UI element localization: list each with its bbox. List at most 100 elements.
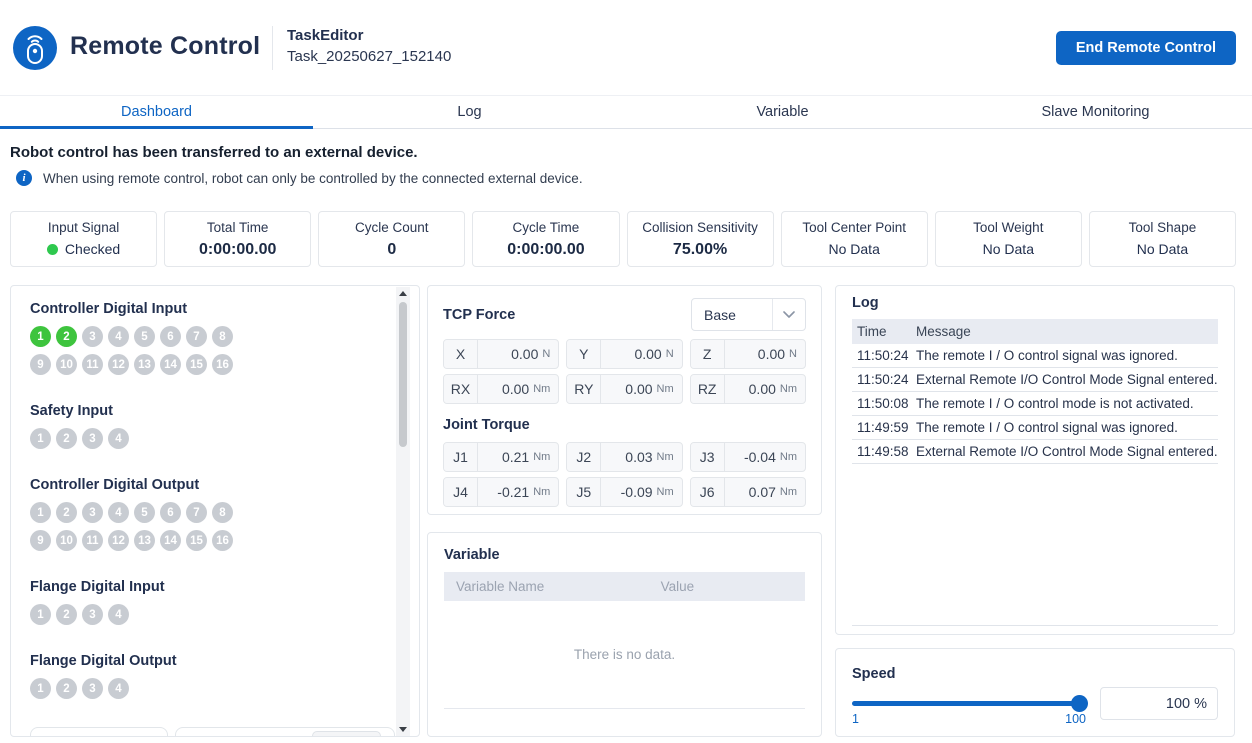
joint-field-j5: J5-0.09Nm (566, 477, 682, 507)
speed-value-input[interactable]: 100 % (1100, 687, 1218, 720)
io-panel: Controller Digital Input1234567891011121… (10, 285, 420, 737)
joint-field-label: J5 (567, 478, 601, 506)
stat-label: Tool Weight (936, 220, 1081, 235)
coordinate-frame-dropdown[interactable]: Base (691, 298, 806, 331)
log-row: 11:50:24External Remote I/O Control Mode… (852, 368, 1218, 392)
joint-field-label: J4 (444, 478, 478, 506)
log-row-time: 11:50:24 (852, 348, 916, 363)
info-icon: i (16, 170, 32, 186)
io-bottom-input-1[interactable] (30, 727, 168, 736)
io-indicator-controller-digital-input-4: 4 (108, 326, 129, 347)
io-bottom-input-2[interactable] (175, 727, 395, 736)
joint-field-unit: Nm (780, 486, 805, 498)
io-indicator-controller-digital-output-9: 9 (30, 530, 51, 551)
io-indicator-controller-digital-input-12: 12 (108, 354, 129, 375)
io-indicator-controller-digital-input-2: 2 (56, 326, 77, 347)
io-indicator-safety-input-3: 3 (82, 428, 103, 449)
io-indicator-controller-digital-input-7: 7 (186, 326, 207, 347)
app-logo (13, 26, 57, 70)
joint-field-j1: J10.21Nm (443, 442, 559, 472)
tab-dashboard[interactable]: Dashboard (0, 97, 313, 129)
io-indicator-flange-digital-output-4: 4 (108, 678, 129, 699)
log-row-time: 11:49:59 (852, 420, 916, 435)
scroll-up-icon[interactable] (399, 291, 407, 296)
io-indicator-controller-digital-output-2: 2 (56, 502, 77, 523)
joint-field-j2: J20.03Nm (566, 442, 682, 472)
stat-value-text: No Data (1137, 241, 1188, 257)
tcp-field-rx: RX0.00Nm (443, 374, 559, 404)
speed-slider-handle[interactable] (1071, 695, 1088, 712)
io-indicator-controller-digital-input-3: 3 (82, 326, 103, 347)
speed-slider-labels: 1 100 (852, 712, 1086, 726)
tcp-field-unit: N (542, 348, 558, 360)
io-indicator-controller-digital-input-16: 16 (212, 354, 233, 375)
joint-field-value: -0.09 (601, 484, 656, 500)
tcp-force-title: TCP Force (443, 307, 515, 323)
joint-field-value: 0.07 (725, 484, 780, 500)
notice-info-row: i When using remote control, robot can o… (16, 170, 583, 186)
io-row: 1234 (30, 428, 399, 449)
tcp-field-rz: RZ0.00Nm (690, 374, 806, 404)
log-row: 11:50:24The remote I / O control signal … (852, 344, 1218, 368)
io-row: 12345678 (30, 326, 399, 347)
speed-slider[interactable]: 1 100 (852, 695, 1086, 726)
log-row: 11:49:59The remote I / O control signal … (852, 416, 1218, 440)
io-section-title: Flange Digital Output (30, 653, 399, 669)
stat-value-text: No Data (983, 241, 1034, 257)
stat-card-input-signal: Input SignalChecked (10, 211, 157, 267)
log-title: Log (852, 295, 1218, 311)
joint-field-unit: Nm (780, 451, 805, 463)
io-indicator-flange-digital-output-3: 3 (82, 678, 103, 699)
io-section-title: Safety Input (30, 403, 399, 419)
tab-slave-monitoring[interactable]: Slave Monitoring (939, 97, 1252, 129)
io-indicator-controller-digital-input-9: 9 (30, 354, 51, 375)
io-section-controller-digital-input: Controller Digital Input1234567891011121… (30, 301, 399, 375)
tab-bar: DashboardLogVariableSlave Monitoring (0, 97, 1252, 129)
variable-panel: Variable Variable Name Value There is no… (427, 532, 822, 737)
io-row: 1234 (30, 678, 399, 699)
tcp-field-label: RZ (691, 375, 725, 403)
tcp-field-y: Y0.00N (566, 339, 682, 369)
notice-title: Robot control has been transferred to an… (10, 144, 418, 161)
scrollbar-thumb[interactable] (399, 302, 407, 447)
tab-log[interactable]: Log (313, 97, 626, 129)
log-table-body: 11:50:24The remote I / O control signal … (852, 344, 1218, 626)
stat-value-text: 0:00:00.00 (199, 241, 276, 259)
io-section-controller-digital-output: Controller Digital Output123456789101112… (30, 477, 399, 551)
io-indicator-controller-digital-input-6: 6 (160, 326, 181, 347)
io-indicator-flange-digital-input-2: 2 (56, 604, 77, 625)
stat-card-collision-sensitivity: Collision Sensitivity75.00% (627, 211, 774, 267)
io-indicator-controller-digital-output-10: 10 (56, 530, 77, 551)
stat-value-text: No Data (829, 241, 880, 257)
io-scrollbar[interactable] (396, 287, 410, 736)
io-bottom-button[interactable] (312, 731, 381, 736)
scroll-down-icon[interactable] (399, 727, 407, 732)
stat-value: 0:00:00.00 (165, 241, 310, 259)
io-indicator-controller-digital-output-14: 14 (160, 530, 181, 551)
stat-value: No Data (936, 241, 1081, 257)
tcp-field-value: 0.00 (725, 346, 789, 362)
log-row: 11:50:08The remote I / O control mode is… (852, 392, 1218, 416)
end-remote-control-button[interactable]: End Remote Control (1056, 31, 1236, 65)
log-row-message: The remote I / O control signal was igno… (916, 348, 1218, 363)
log-row-message: External Remote I/O Control Mode Signal … (916, 444, 1218, 459)
io-row: 910111213141516 (30, 530, 399, 551)
io-indicator-controller-digital-input-5: 5 (134, 326, 155, 347)
stat-label: Total Time (165, 220, 310, 235)
tab-variable[interactable]: Variable (626, 97, 939, 129)
tcp-field-value: 0.00 (601, 381, 656, 397)
stat-value-text: Checked (65, 241, 120, 257)
joint-field-j6: J60.07Nm (690, 477, 806, 507)
stat-card-tool-shape: Tool ShapeNo Data (1089, 211, 1236, 267)
io-indicator-safety-input-2: 2 (56, 428, 77, 449)
status-dot (47, 244, 58, 255)
tcp-force-card: TCP Force Base X0.00NY0.00NZ0.00NRX0.00N… (427, 285, 822, 515)
tcp-field-unit: Nm (533, 383, 558, 395)
stat-card-cycle-count: Cycle Count0 (318, 211, 465, 267)
joint-torque-grid: J10.21NmJ20.03NmJ3-0.04NmJ4-0.21NmJ5-0.0… (443, 442, 806, 507)
io-indicator-flange-digital-input-3: 3 (82, 604, 103, 625)
speed-slider-track[interactable] (852, 701, 1086, 706)
io-indicator-controller-digital-output-3: 3 (82, 502, 103, 523)
header: Remote Control TaskEditor Task_20250627_… (0, 0, 1252, 96)
task-type: TaskEditor (287, 27, 451, 44)
